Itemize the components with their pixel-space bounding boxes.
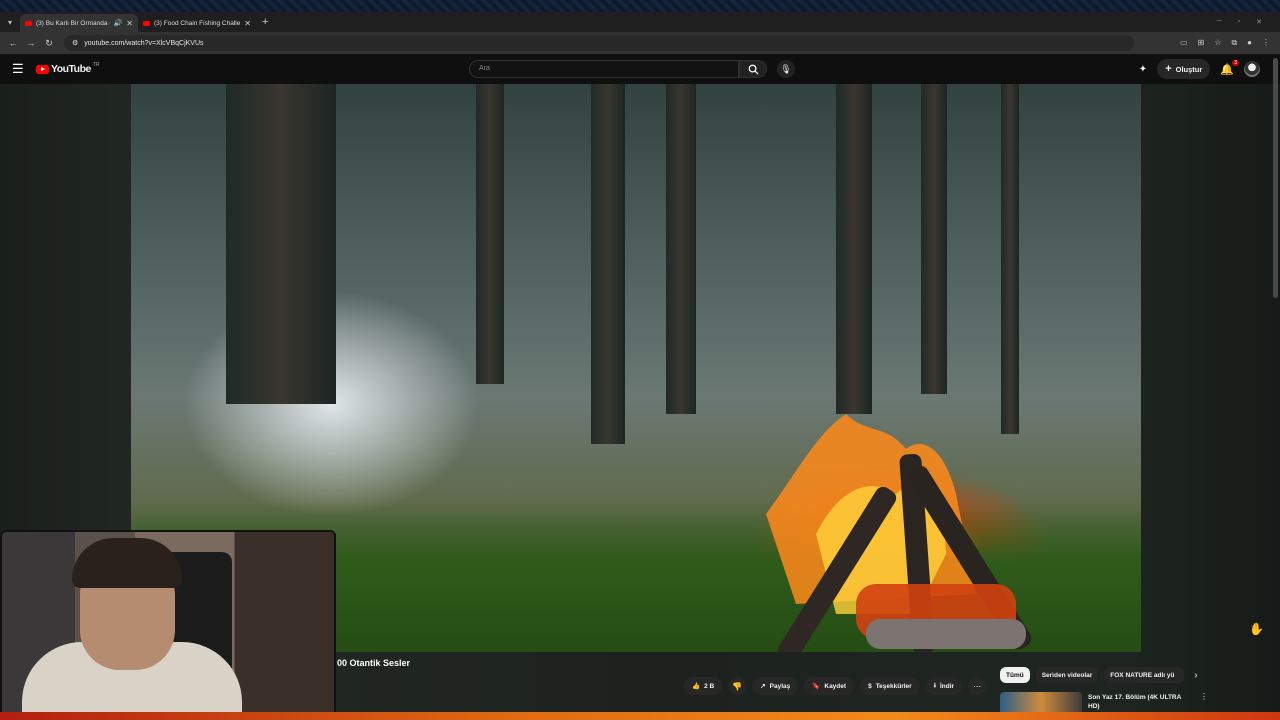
tab-title: (3) Food Chain Fishing Challen [154,19,241,27]
search-button[interactable] [739,60,767,78]
thumbs-down-icon: 👎 [732,681,743,691]
bookmark-star-icon[interactable]: ☆ [1214,38,1221,48]
youtube-play-icon [36,64,49,74]
microphone-icon: 🎙 [780,63,792,74]
translate-icon[interactable]: ⊞ [1198,38,1205,48]
voice-search-button[interactable]: 🎙 [777,60,795,78]
campfire [766,414,1032,652]
save-button[interactable]: 🔖 Kaydet [804,677,855,695]
tree-trunk [476,84,504,384]
extensions-icon[interactable]: ⧉ [1231,38,1237,48]
create-button[interactable]: + Oluştur [1157,59,1211,79]
plus-icon: + [1165,63,1172,75]
share-label: Paylaş [769,682,791,690]
dollar-icon: $ [868,682,872,690]
download-icon: ⭳ [933,681,936,689]
youtube-header: ☰ YouTube TR Ara 🎙 ✦ + Oluştur 🔔 3 [0,54,1280,84]
desktop-top-strip [0,0,1280,12]
chip-all[interactable]: Tümü [1000,667,1030,683]
bookmark-icon: 🔖 [812,683,821,690]
tree-trunk [921,84,947,394]
notification-badge: 3 [1232,59,1239,66]
notifications-button[interactable]: 🔔 3 [1220,59,1239,76]
bottom-overlay-strip [0,712,1280,720]
youtube-favicon-icon [25,20,32,26]
minimize-icon[interactable]: ─ [1217,18,1222,26]
filter-chips: Tümü Seriden videolar FOX NATURE adlı yü… [1000,667,1198,683]
tree-trunk [1001,84,1019,434]
back-icon[interactable]: ← [4,38,22,48]
browser-tab-2[interactable]: (3) Food Chain Fishing Challen ✕ [138,14,256,32]
webcam-overlay [0,530,336,720]
url-text: youtube.com/watch?v=XlcVBqCjKVUs [84,39,204,47]
more-actions-button[interactable]: ⋯ [968,677,987,695]
dislike-button[interactable]: 👎 [728,677,747,695]
close-window-icon[interactable]: ✕ [1256,18,1262,26]
chip-series[interactable]: Seriden videolar [1035,667,1099,683]
more-horizontal-icon: ⋯ [973,681,982,691]
thanks-label: Teşekkürler [875,682,912,690]
chip-channel[interactable]: FOX NATURE adlı yü [1104,667,1185,683]
search-icon [748,64,759,75]
scrollbar[interactable] [1273,58,1278,298]
browser-toolbar: ← → ↻ ⚙ youtube.com/watch?v=XlcVBqCjKVUs… [0,32,1280,54]
video-actions: 👍 2 B 👎 ↗ Paylaş 🔖 Kaydet $ Teşekkürler … [684,677,987,695]
youtube-favicon-icon [143,20,150,26]
share-icon: ↗ [760,683,766,690]
address-bar[interactable]: ⚙ youtube.com/watch?v=XlcVBqCjKVUs [64,35,1134,51]
bell-icon: 🔔 [1220,63,1234,76]
browser-tab-bar: ▾ (3) Bu Karlı Bir Ormanda Gİ 🔊 ✕ (3) Fo… [0,12,1280,32]
restore-icon[interactable]: ▫ [1238,18,1240,26]
tab-title: (3) Bu Karlı Bir Ormanda Gİ [36,19,110,27]
cast-icon[interactable]: ▭ [1180,38,1188,48]
window-controls: ─ ▫ ✕ [1217,18,1280,26]
region-code: TR [92,62,100,68]
video-title: 00 Otantik Sesler [337,658,411,668]
tree-trunk [591,84,625,444]
browser-tab-1[interactable]: (3) Bu Karlı Bir Ormanda Gİ 🔊 ✕ [20,14,138,32]
logo-text: YouTube [51,63,91,75]
hand-cursor-icon: ✋ [1249,622,1264,636]
save-label: Kaydet [824,682,847,690]
search-input[interactable]: Ara [469,60,739,78]
hamburger-menu-icon[interactable]: ☰ [12,61,26,77]
download-button[interactable]: ⭳ İndir [925,677,963,695]
chevron-right-icon[interactable]: › [1194,670,1197,681]
youtube-logo[interactable]: YouTube TR [36,62,100,75]
streamer-hair [72,538,182,588]
reload-icon[interactable]: ↻ [40,38,58,49]
share-button[interactable]: ↗ Paylaş [752,677,799,695]
forward-icon[interactable]: → [22,38,40,48]
download-label: İndir [939,682,955,690]
close-tab-icon[interactable]: ✕ [126,19,133,28]
header-right: ✦ + Oluştur 🔔 3 [1139,59,1260,79]
new-tab-button[interactable]: + [262,16,268,28]
site-info-icon[interactable]: ⚙ [72,39,78,47]
thanks-button[interactable]: $ Teşekkürler [860,677,920,695]
like-count: 2 B [704,682,715,690]
menu-kebab-icon[interactable]: ⋮ [1262,38,1270,48]
toolbar-icons: ▭ ⊞ ☆ ⧉ ● ⋮ [1180,38,1276,48]
avatar[interactable] [1244,61,1260,77]
tree-trunk [226,84,336,404]
like-button[interactable]: 👍 2 B [684,677,723,695]
tab-search-chevron-icon[interactable]: ▾ [0,12,20,32]
thumbs-up-icon: 👍 [692,683,701,690]
tree-trunk [666,84,696,414]
speaker-icon[interactable]: 🔊 [114,19,123,27]
gemini-sparkle-icon[interactable]: ✦ [1139,64,1147,75]
create-label: Oluştur [1175,64,1203,74]
close-tab-icon[interactable]: ✕ [244,19,251,28]
profile-icon[interactable]: ● [1247,38,1252,48]
tree-trunk [836,84,872,414]
